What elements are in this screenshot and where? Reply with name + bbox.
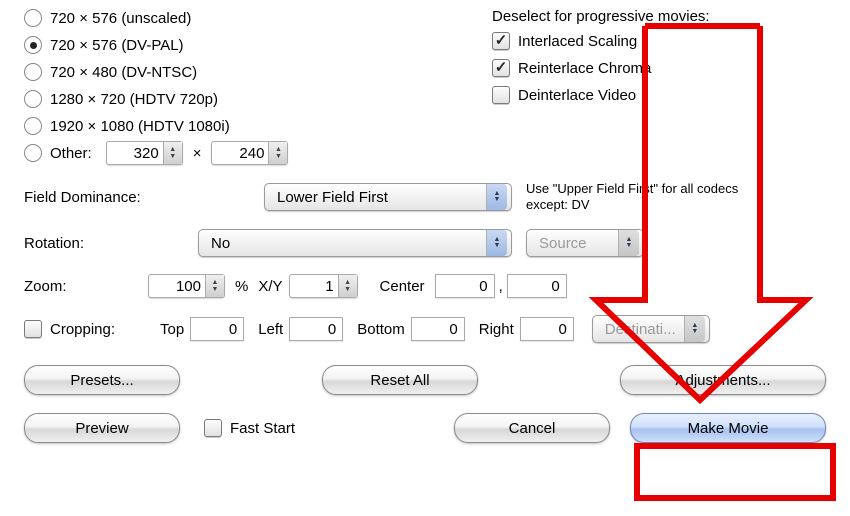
cropping-right-input[interactable]: [520, 317, 574, 341]
resolution-label: 720 × 576 (unscaled): [50, 10, 191, 27]
other-height-stepper[interactable]: ▲▼: [211, 141, 288, 165]
checkbox-reinterlace-chroma[interactable]: [492, 59, 510, 77]
preview-button[interactable]: Preview: [24, 413, 180, 443]
checkbox-interlaced-scaling[interactable]: [492, 32, 510, 50]
radio-1280x720-hdtv720p[interactable]: [24, 90, 42, 108]
checkbox-cropping[interactable]: [24, 320, 42, 338]
cancel-button[interactable]: Cancel: [454, 413, 610, 443]
stepper-arrows-icon[interactable]: ▲▼: [338, 275, 357, 297]
fast-start-label: Fast Start: [230, 420, 295, 437]
rotation-source-select[interactable]: Source ▲▼: [526, 229, 644, 257]
cropping-destination-value: Destinati...: [605, 321, 676, 338]
cropping-bottom-input[interactable]: [411, 317, 465, 341]
zoom-percent: %: [235, 278, 248, 295]
cropping-bottom-label: Bottom: [357, 321, 405, 338]
rotation-select[interactable]: No ▲▼: [198, 229, 512, 257]
checkbox-fast-start[interactable]: [204, 419, 222, 437]
resolution-label: 720 × 480 (DV-NTSC): [50, 64, 197, 81]
radio-720x576-dvpal[interactable]: [24, 36, 42, 54]
chevron-updown-icon: ▲▼: [486, 230, 507, 256]
reset-all-button[interactable]: Reset All: [322, 365, 478, 395]
radio-720x576-unscaled[interactable]: [24, 9, 42, 27]
preview-button-label: Preview: [75, 420, 128, 437]
zoom-center-sep: ,: [499, 278, 503, 295]
interlaced-scaling-label: Interlaced Scaling: [518, 33, 637, 50]
cropping-top-input[interactable]: [190, 317, 244, 341]
progressive-heading: Deselect for progressive movies:: [492, 8, 710, 25]
deinterlace-video-label: Deinterlace Video: [518, 87, 636, 104]
other-label: Other:: [50, 145, 92, 162]
zoom-center-x[interactable]: [435, 274, 495, 298]
field-dominance-label: Field Dominance:: [24, 189, 158, 206]
cropping-destination-select[interactable]: Destinati... ▲▼: [592, 315, 710, 343]
field-dominance-select[interactable]: Lower Field First ▲▼: [264, 183, 512, 211]
other-height-input[interactable]: [212, 145, 268, 162]
other-width-input[interactable]: [107, 145, 163, 162]
rotation-label: Rotation:: [24, 235, 158, 252]
zoom-center-y[interactable]: [507, 274, 567, 298]
make-movie-button[interactable]: Make Movie: [630, 413, 826, 443]
resolution-label: 1280 × 720 (HDTV 720p): [50, 91, 218, 108]
chevron-updown-icon: ▲▼: [486, 184, 507, 210]
resolution-label: 720 × 576 (DV-PAL): [50, 37, 184, 54]
cropping-right-label: Right: [479, 321, 514, 338]
zoom-center-label: Center: [380, 278, 425, 295]
field-dominance-value: Lower Field First: [277, 189, 388, 206]
zoom-stepper[interactable]: ▲▼: [148, 274, 225, 298]
reset-all-button-label: Reset All: [370, 372, 429, 389]
cropping-label: Cropping:: [50, 321, 146, 338]
stepper-arrows-icon[interactable]: ▲▼: [163, 142, 182, 164]
cropping-left-input[interactable]: [289, 317, 343, 341]
radio-1920x1080-hdtv1080i[interactable]: [24, 117, 42, 135]
other-width-stepper[interactable]: ▲▼: [106, 141, 183, 165]
zoom-input[interactable]: [149, 278, 205, 295]
radio-720x480-dvntsc[interactable]: [24, 63, 42, 81]
chevron-updown-icon: ▲▼: [684, 316, 705, 342]
checkbox-deinterlace-video[interactable]: [492, 86, 510, 104]
resolution-label: 1920 × 1080 (HDTV 1080i): [50, 118, 230, 135]
zoom-label: Zoom:: [24, 278, 134, 295]
zoom-xy-input[interactable]: [290, 278, 338, 295]
adjustments-button-label: Adjustments...: [675, 372, 770, 389]
stepper-arrows-icon[interactable]: ▲▼: [268, 142, 287, 164]
cancel-button-label: Cancel: [509, 420, 556, 437]
times-label: ×: [193, 145, 202, 162]
make-movie-button-label: Make Movie: [688, 420, 769, 437]
presets-button-label: Presets...: [70, 372, 133, 389]
cropping-left-label: Left: [258, 321, 283, 338]
chevron-updown-icon: ▲▼: [618, 230, 639, 256]
radio-other[interactable]: [24, 144, 42, 162]
rotation-value: No: [211, 235, 230, 252]
adjustments-button[interactable]: Adjustments...: [620, 365, 826, 395]
zoom-xy-label: X/Y: [258, 278, 282, 295]
zoom-xy-stepper[interactable]: ▲▼: [289, 274, 358, 298]
cropping-top-label: Top: [160, 321, 184, 338]
reinterlace-chroma-label: Reinterlace Chroma: [518, 60, 651, 77]
stepper-arrows-icon[interactable]: ▲▼: [205, 275, 224, 297]
field-dominance-hint: Use "Upper Field First" for all codecs e…: [526, 181, 756, 213]
rotation-source-value: Source: [539, 235, 587, 252]
presets-button[interactable]: Presets...: [24, 365, 180, 395]
